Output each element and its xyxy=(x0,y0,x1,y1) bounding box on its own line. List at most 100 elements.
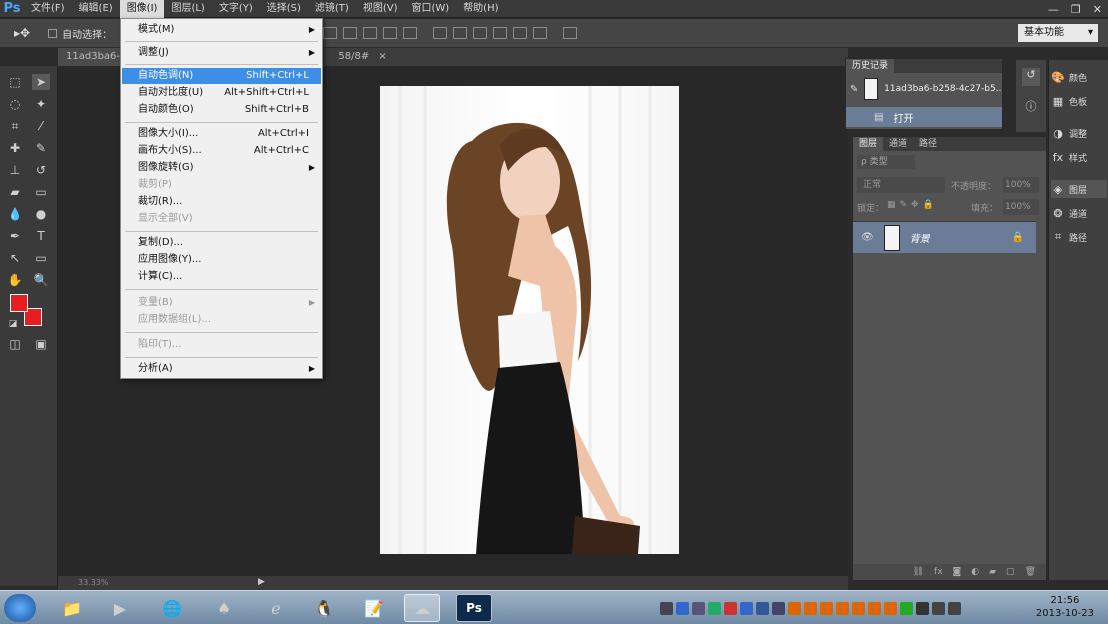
dock-swatches[interactable]: ▦ 色板 xyxy=(1051,92,1107,110)
menu-filter[interactable]: 滤镜(T) xyxy=(308,0,356,18)
media-player-icon[interactable]: ▶ xyxy=(102,594,138,622)
default-colors-icon[interactable]: ◪ xyxy=(4,316,22,332)
ie-icon[interactable]: ℯ xyxy=(258,594,294,622)
dodge-tool-icon[interactable]: ● xyxy=(32,206,50,222)
tray-qq-icon-2[interactable] xyxy=(804,601,817,615)
menu-crop[interactable]: 裁剪(P) xyxy=(122,177,321,193)
auto-select-checkbox[interactable] xyxy=(48,28,58,38)
new-layer-icon[interactable]: ▢ xyxy=(1006,567,1015,577)
tray-flag-icon[interactable] xyxy=(916,601,929,615)
distribute-vcenter-icon[interactable] xyxy=(453,27,468,39)
dock-layers[interactable]: ◈ 图层 xyxy=(1051,180,1107,198)
menu-mode[interactable]: 模式(M) ▶ xyxy=(122,22,321,38)
dock-channels[interactable]: ❂ 通道 xyxy=(1051,204,1107,222)
tray-icon-4[interactable] xyxy=(708,601,721,615)
tray-qq-icon-1[interactable] xyxy=(788,601,801,615)
type-tool-icon[interactable]: T xyxy=(32,228,50,244)
restore-icon[interactable]: ❐ xyxy=(1071,3,1081,16)
distribute-bottom-icon[interactable] xyxy=(473,27,488,39)
tray-battery-icon[interactable] xyxy=(900,601,913,615)
menu-auto-color[interactable]: 自动颜色(O) Shift+Ctrl+B xyxy=(122,102,321,118)
blur-tool-icon[interactable]: 💧 xyxy=(6,206,24,222)
eyedropper-tool-icon[interactable]: ⁄ xyxy=(32,118,50,134)
tray-qq-icon-6[interactable] xyxy=(868,601,881,615)
delete-layer-icon[interactable]: 🗑 xyxy=(1025,567,1036,577)
layer-name[interactable]: 背景 xyxy=(910,230,930,245)
status-arrow-icon[interactable]: ▶ xyxy=(258,577,265,587)
distribute-hcenter-icon[interactable] xyxy=(513,27,528,39)
doc-tab-2[interactable]: 58/8# × xyxy=(330,48,395,66)
brush-tool-icon[interactable]: ✎ xyxy=(32,140,50,156)
close-tab-icon[interactable]: × xyxy=(378,51,386,62)
lock-icons[interactable]: ▦✎✥🔒 xyxy=(887,200,938,210)
history-panel-icon[interactable]: ↺ xyxy=(1022,68,1040,86)
menu-auto-tone[interactable]: 自动色调(N) Shift+Ctrl+L xyxy=(122,68,321,84)
menu-help[interactable]: 帮助(H) xyxy=(456,0,505,18)
distribute-right-icon[interactable] xyxy=(533,27,548,39)
brush-source-icon[interactable]: ✎ xyxy=(850,84,858,95)
hand-tool-icon[interactable]: ✋ xyxy=(6,272,24,288)
menu-trim[interactable]: 裁切(R)... xyxy=(122,194,321,210)
new-group-icon[interactable]: ▰ xyxy=(989,567,996,577)
tray-icon-1[interactable] xyxy=(660,601,673,615)
dock-paths[interactable]: ⌗ 路径 xyxy=(1051,228,1107,246)
crop-tool-icon[interactable]: ⌗ xyxy=(6,118,24,134)
lasso-tool-icon[interactable]: ◌ xyxy=(6,96,24,112)
blend-mode-select[interactable]: 正常 xyxy=(857,177,945,193)
move-tool-icon[interactable]: ➤ xyxy=(32,74,50,90)
auto-align-icon[interactable] xyxy=(563,27,578,39)
eye-visibility-icon[interactable]: 👁 xyxy=(861,232,874,243)
move-tool-preset-icon[interactable]: ▸✥ xyxy=(14,26,30,40)
menu-file[interactable]: 文件(F) xyxy=(24,0,72,18)
zoom-tool-icon[interactable]: 🔍 xyxy=(32,272,50,288)
menu-variables[interactable]: 变量(B) ▶ xyxy=(122,295,321,311)
menu-type[interactable]: 文字(Y) xyxy=(212,0,260,18)
qq-icon[interactable]: 🐧 xyxy=(306,594,342,622)
menu-canvas-size[interactable]: 画布大小(S)... Alt+Ctrl+C xyxy=(122,143,321,159)
tray-icon-8[interactable] xyxy=(772,601,785,615)
chat-icon[interactable]: ☁ xyxy=(404,594,440,622)
adjustment-layer-icon[interactable]: ◐ xyxy=(971,567,979,577)
start-button-icon[interactable] xyxy=(4,594,36,622)
close-icon[interactable]: ✕ xyxy=(1093,3,1102,16)
menu-edit[interactable]: 编辑(E) xyxy=(72,0,120,18)
distribute-top-icon[interactable] xyxy=(433,27,448,39)
menu-window[interactable]: 窗口(W) xyxy=(404,0,456,18)
tray-icon-2[interactable] xyxy=(676,601,689,615)
workspace-select[interactable]: 基本功能 xyxy=(1018,24,1098,42)
tray-icon-3[interactable] xyxy=(692,601,705,615)
link-layers-icon[interactable]: ⛓ xyxy=(913,567,924,577)
path-selection-tool-icon[interactable]: ↖ xyxy=(6,250,24,266)
tray-icon-6[interactable] xyxy=(740,601,753,615)
menu-image-size[interactable]: 图像大小(I)... Alt+Ctrl+I xyxy=(122,126,321,142)
tab-history[interactable]: 历史记录 xyxy=(846,59,895,73)
menu-image-rotation[interactable]: 图像旋转(G) ▶ xyxy=(122,160,321,176)
tray-icon-5[interactable] xyxy=(724,601,737,615)
history-step-open[interactable]: ▤ 打开 xyxy=(846,107,1002,127)
tab-channels[interactable]: 通道 xyxy=(883,137,913,151)
layer-style-icon[interactable]: fx xyxy=(934,567,943,577)
eraser-tool-icon[interactable]: ▰ xyxy=(6,184,24,200)
menu-layer[interactable]: 图层(L) xyxy=(164,0,211,18)
tab-layers[interactable]: 图层 xyxy=(853,137,884,151)
layer-kind-filter[interactable]: ρ 类型 xyxy=(857,155,915,169)
menu-reveal-all[interactable]: 显示全部(V) xyxy=(122,211,321,227)
dock-color[interactable]: 🎨 颜色 xyxy=(1051,68,1107,86)
magic-wand-tool-icon[interactable]: ✦ xyxy=(32,96,50,112)
menu-calculations[interactable]: 计算(C)... xyxy=(122,269,321,285)
menu-view[interactable]: 视图(V) xyxy=(356,0,405,18)
zoom-level[interactable]: 33.33% xyxy=(78,578,109,587)
tray-icon-7[interactable] xyxy=(756,601,769,615)
align-left-icon[interactable] xyxy=(363,27,378,39)
tray-qq-icon-3[interactable] xyxy=(820,601,833,615)
dock-adjustments[interactable]: ◑ 调整 xyxy=(1051,124,1107,142)
history-brush-tool-icon[interactable]: ↺ xyxy=(32,162,50,178)
align-vcenter-icon[interactable] xyxy=(323,27,338,39)
menu-auto-contrast[interactable]: 自动对比度(U) Alt+Shift+Ctrl+L xyxy=(122,85,321,101)
align-bottom-icon[interactable] xyxy=(343,27,358,39)
history-snapshot[interactable]: ✎ 11ad3ba6-b258-4c27-b5... xyxy=(846,75,1002,103)
align-right-icon[interactable] xyxy=(403,27,418,39)
screen-mode-icon[interactable]: ▣ xyxy=(32,336,50,352)
menu-analysis[interactable]: 分析(A) ▶ xyxy=(122,361,321,377)
menu-apply-data-set[interactable]: 应用数据组(L)... xyxy=(122,312,321,328)
